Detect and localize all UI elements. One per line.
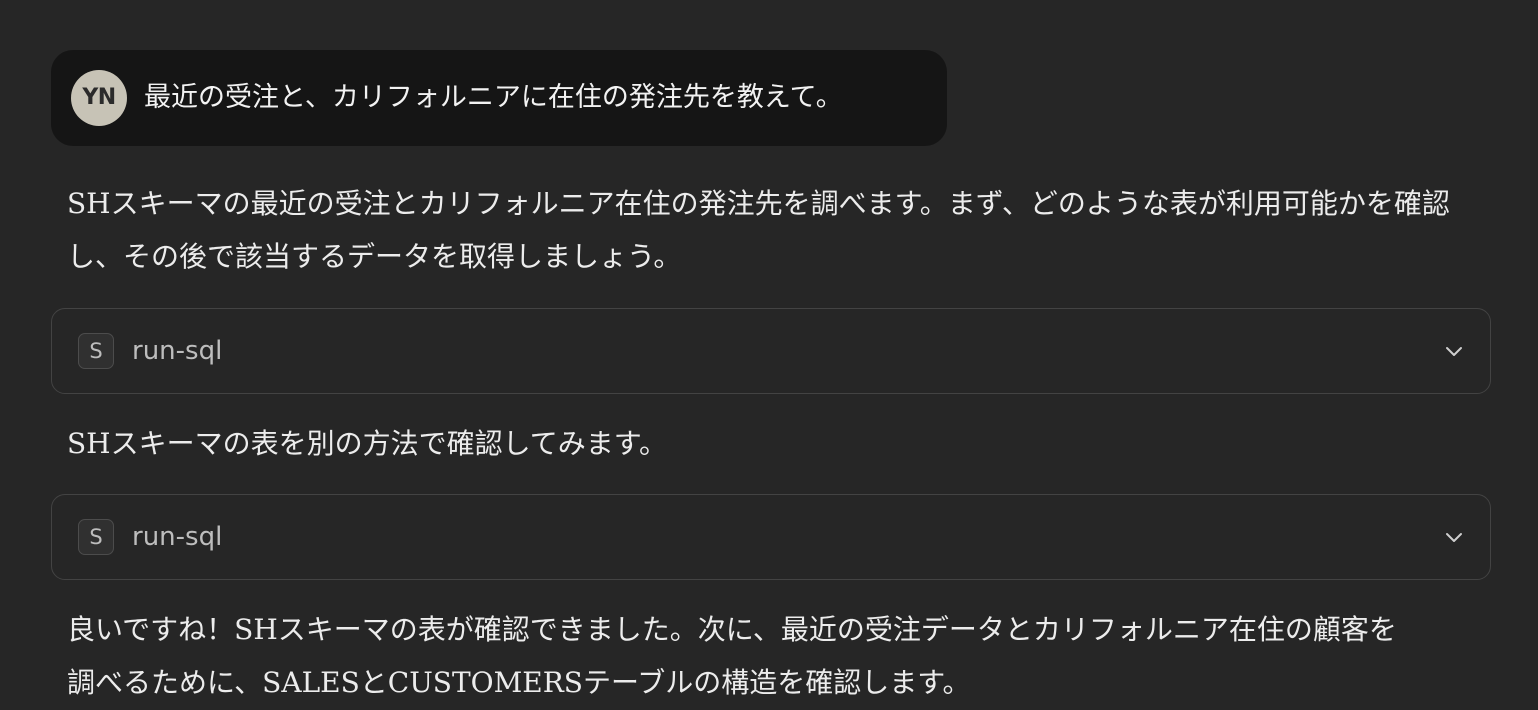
- tool-call-card[interactable]: S run-sql: [51, 308, 1491, 394]
- tool-badge: S: [78, 519, 114, 555]
- tool-name: run-sql: [132, 522, 223, 552]
- chevron-down-icon[interactable]: [1442, 525, 1466, 549]
- user-message-text: 最近の受注と、カリフォルニアに在住の発注先を教えて。: [144, 82, 843, 113]
- tool-call-card[interactable]: S run-sql: [51, 494, 1491, 580]
- tool-name: run-sql: [132, 336, 223, 366]
- assistant-message-text: SHスキーマの最近の受注とカリフォルニア在住の発注先を調べます。まず、どのような…: [67, 187, 1450, 273]
- user-message-bubble: YN 最近の受注と、カリフォルニアに在住の発注先を教えて。: [51, 50, 947, 146]
- tool-badge: S: [78, 333, 114, 369]
- avatar[interactable]: YN: [71, 70, 127, 126]
- assistant-message-text: SHスキーマの表を別の方法で確認してみます。: [67, 427, 667, 460]
- assistant-message-text: 良いですね！SHスキーマの表が確認できました。次に、最近の受注データとカリフォル…: [67, 613, 1397, 699]
- chevron-down-icon[interactable]: [1442, 339, 1466, 363]
